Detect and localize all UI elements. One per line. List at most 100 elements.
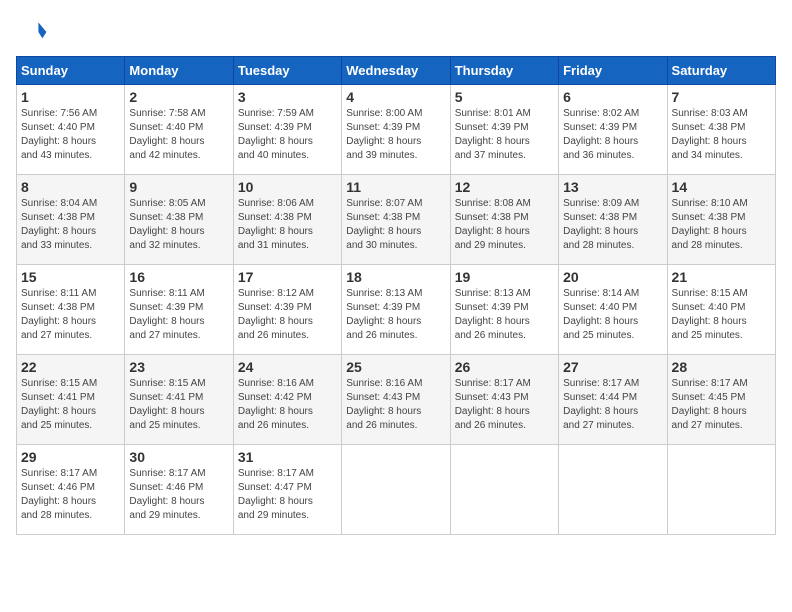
day-info: Sunrise: 8:17 AMSunset: 4:45 PMDaylight:… <box>672 378 748 431</box>
calendar-cell: 3 Sunrise: 7:59 AMSunset: 4:39 PMDayligh… <box>233 85 341 175</box>
calendar-body: 1 Sunrise: 7:56 AMSunset: 4:40 PMDayligh… <box>17 85 776 535</box>
day-of-week-wednesday: Wednesday <box>342 57 450 85</box>
day-info: Sunrise: 8:04 AMSunset: 4:38 PMDaylight:… <box>21 198 97 251</box>
day-info: Sunrise: 8:17 AMSunset: 4:44 PMDaylight:… <box>563 378 639 431</box>
day-info: Sunrise: 8:01 AMSunset: 4:39 PMDaylight:… <box>455 108 531 161</box>
day-number: 30 <box>129 449 228 465</box>
calendar-cell <box>559 445 667 535</box>
day-info: Sunrise: 8:15 AMSunset: 4:41 PMDaylight:… <box>21 378 97 431</box>
day-info: Sunrise: 8:00 AMSunset: 4:39 PMDaylight:… <box>346 108 422 161</box>
day-info: Sunrise: 8:15 AMSunset: 4:40 PMDaylight:… <box>672 288 748 341</box>
calendar-cell: 28 Sunrise: 8:17 AMSunset: 4:45 PMDaylig… <box>667 355 775 445</box>
day-number: 2 <box>129 89 228 105</box>
calendar-cell: 27 Sunrise: 8:17 AMSunset: 4:44 PMDaylig… <box>559 355 667 445</box>
day-number: 23 <box>129 359 228 375</box>
day-number: 22 <box>21 359 120 375</box>
day-number: 18 <box>346 269 445 285</box>
calendar-cell: 20 Sunrise: 8:14 AMSunset: 4:40 PMDaylig… <box>559 265 667 355</box>
day-info: Sunrise: 8:03 AMSunset: 4:38 PMDaylight:… <box>672 108 748 161</box>
day-info: Sunrise: 8:17 AMSunset: 4:46 PMDaylight:… <box>129 468 205 521</box>
day-info: Sunrise: 8:17 AMSunset: 4:46 PMDaylight:… <box>21 468 97 521</box>
day-number: 24 <box>238 359 337 375</box>
day-number: 6 <box>563 89 662 105</box>
day-number: 16 <box>129 269 228 285</box>
calendar-cell: 22 Sunrise: 8:15 AMSunset: 4:41 PMDaylig… <box>17 355 125 445</box>
day-info: Sunrise: 7:58 AMSunset: 4:40 PMDaylight:… <box>129 108 205 161</box>
calendar-cell: 4 Sunrise: 8:00 AMSunset: 4:39 PMDayligh… <box>342 85 450 175</box>
calendar-cell: 23 Sunrise: 8:15 AMSunset: 4:41 PMDaylig… <box>125 355 233 445</box>
day-info: Sunrise: 8:08 AMSunset: 4:38 PMDaylight:… <box>455 198 531 251</box>
day-number: 19 <box>455 269 554 285</box>
day-number: 14 <box>672 179 771 195</box>
day-info: Sunrise: 8:13 AMSunset: 4:39 PMDaylight:… <box>455 288 531 341</box>
day-number: 25 <box>346 359 445 375</box>
calendar-cell: 17 Sunrise: 8:12 AMSunset: 4:39 PMDaylig… <box>233 265 341 355</box>
calendar-cell: 26 Sunrise: 8:17 AMSunset: 4:43 PMDaylig… <box>450 355 558 445</box>
day-info: Sunrise: 8:12 AMSunset: 4:39 PMDaylight:… <box>238 288 314 341</box>
calendar-cell: 5 Sunrise: 8:01 AMSunset: 4:39 PMDayligh… <box>450 85 558 175</box>
calendar-cell: 25 Sunrise: 8:16 AMSunset: 4:43 PMDaylig… <box>342 355 450 445</box>
calendar-cell: 14 Sunrise: 8:10 AMSunset: 4:38 PMDaylig… <box>667 175 775 265</box>
calendar-cell: 9 Sunrise: 8:05 AMSunset: 4:38 PMDayligh… <box>125 175 233 265</box>
calendar-cell: 2 Sunrise: 7:58 AMSunset: 4:40 PMDayligh… <box>125 85 233 175</box>
day-of-week-sunday: Sunday <box>17 57 125 85</box>
day-info: Sunrise: 8:02 AMSunset: 4:39 PMDaylight:… <box>563 108 639 161</box>
logo <box>16 16 52 48</box>
day-number: 7 <box>672 89 771 105</box>
day-info: Sunrise: 8:11 AMSunset: 4:39 PMDaylight:… <box>129 288 204 341</box>
calendar-cell: 30 Sunrise: 8:17 AMSunset: 4:46 PMDaylig… <box>125 445 233 535</box>
day-info: Sunrise: 8:09 AMSunset: 4:38 PMDaylight:… <box>563 198 639 251</box>
day-of-week-tuesday: Tuesday <box>233 57 341 85</box>
day-number: 1 <box>21 89 120 105</box>
day-number: 13 <box>563 179 662 195</box>
day-number: 5 <box>455 89 554 105</box>
day-number: 17 <box>238 269 337 285</box>
calendar-cell: 1 Sunrise: 7:56 AMSunset: 4:40 PMDayligh… <box>17 85 125 175</box>
day-number: 12 <box>455 179 554 195</box>
day-of-week-saturday: Saturday <box>667 57 775 85</box>
day-number: 9 <box>129 179 228 195</box>
day-number: 10 <box>238 179 337 195</box>
day-info: Sunrise: 8:15 AMSunset: 4:41 PMDaylight:… <box>129 378 205 431</box>
day-number: 20 <box>563 269 662 285</box>
calendar-cell: 21 Sunrise: 8:15 AMSunset: 4:40 PMDaylig… <box>667 265 775 355</box>
day-of-week-friday: Friday <box>559 57 667 85</box>
calendar-cell: 15 Sunrise: 8:11 AMSunset: 4:38 PMDaylig… <box>17 265 125 355</box>
calendar-cell: 19 Sunrise: 8:13 AMSunset: 4:39 PMDaylig… <box>450 265 558 355</box>
calendar-cell: 11 Sunrise: 8:07 AMSunset: 4:38 PMDaylig… <box>342 175 450 265</box>
day-info: Sunrise: 8:11 AMSunset: 4:38 PMDaylight:… <box>21 288 96 341</box>
day-number: 29 <box>21 449 120 465</box>
day-of-week-thursday: Thursday <box>450 57 558 85</box>
calendar-cell: 7 Sunrise: 8:03 AMSunset: 4:38 PMDayligh… <box>667 85 775 175</box>
day-info: Sunrise: 8:16 AMSunset: 4:43 PMDaylight:… <box>346 378 422 431</box>
logo-icon <box>16 16 48 48</box>
calendar-header: SundayMondayTuesdayWednesdayThursdayFrid… <box>17 57 776 85</box>
day-number: 4 <box>346 89 445 105</box>
page-header <box>16 16 776 48</box>
day-info: Sunrise: 8:17 AMSunset: 4:43 PMDaylight:… <box>455 378 531 431</box>
day-number: 31 <box>238 449 337 465</box>
day-number: 8 <box>21 179 120 195</box>
calendar: SundayMondayTuesdayWednesdayThursdayFrid… <box>16 56 776 535</box>
day-info: Sunrise: 8:13 AMSunset: 4:39 PMDaylight:… <box>346 288 422 341</box>
day-of-week-monday: Monday <box>125 57 233 85</box>
calendar-cell <box>450 445 558 535</box>
calendar-cell: 16 Sunrise: 8:11 AMSunset: 4:39 PMDaylig… <box>125 265 233 355</box>
calendar-cell: 24 Sunrise: 8:16 AMSunset: 4:42 PMDaylig… <box>233 355 341 445</box>
day-info: Sunrise: 8:05 AMSunset: 4:38 PMDaylight:… <box>129 198 205 251</box>
calendar-cell <box>667 445 775 535</box>
calendar-cell: 13 Sunrise: 8:09 AMSunset: 4:38 PMDaylig… <box>559 175 667 265</box>
calendar-cell: 10 Sunrise: 8:06 AMSunset: 4:38 PMDaylig… <box>233 175 341 265</box>
calendar-cell <box>342 445 450 535</box>
day-info: Sunrise: 8:17 AMSunset: 4:47 PMDaylight:… <box>238 468 314 521</box>
day-number: 26 <box>455 359 554 375</box>
day-number: 28 <box>672 359 771 375</box>
day-number: 21 <box>672 269 771 285</box>
calendar-cell: 8 Sunrise: 8:04 AMSunset: 4:38 PMDayligh… <box>17 175 125 265</box>
day-info: Sunrise: 8:07 AMSunset: 4:38 PMDaylight:… <box>346 198 422 251</box>
day-number: 15 <box>21 269 120 285</box>
day-number: 11 <box>346 179 445 195</box>
day-number: 3 <box>238 89 337 105</box>
calendar-cell: 12 Sunrise: 8:08 AMSunset: 4:38 PMDaylig… <box>450 175 558 265</box>
calendar-cell: 6 Sunrise: 8:02 AMSunset: 4:39 PMDayligh… <box>559 85 667 175</box>
